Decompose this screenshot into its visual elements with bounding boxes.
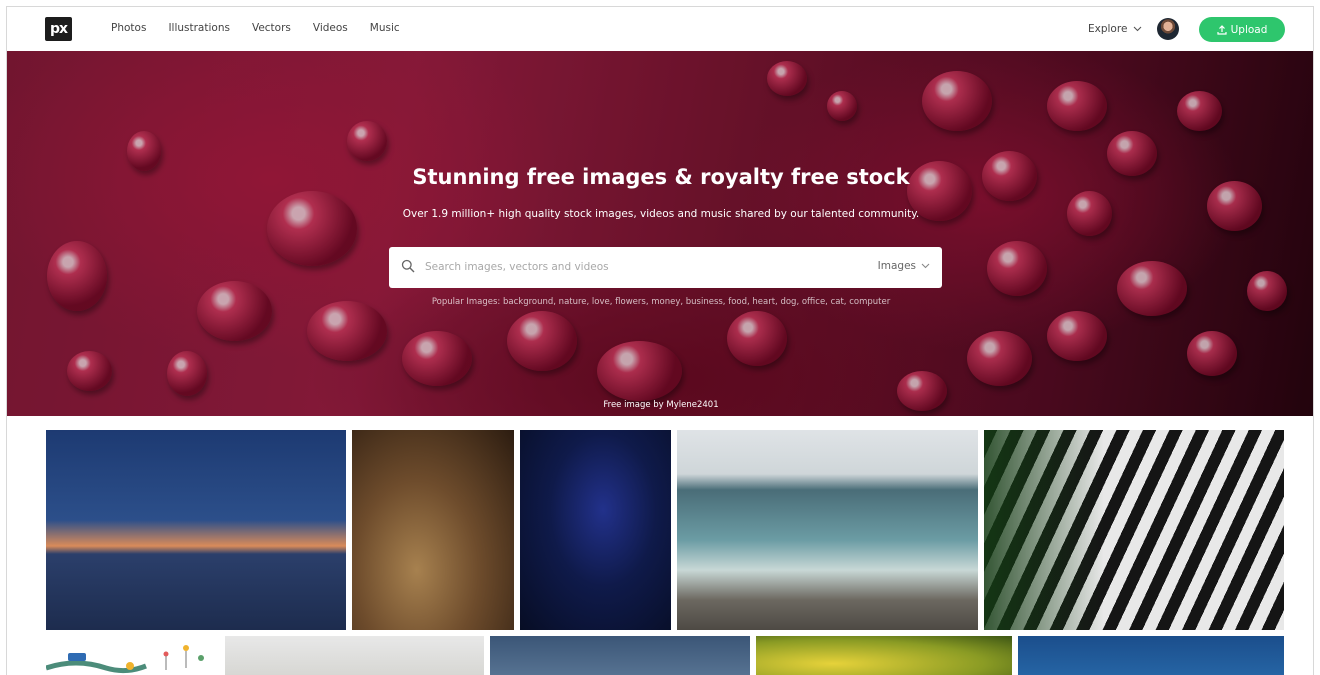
gallery-image-coast[interactable] bbox=[490, 636, 750, 675]
nav-videos[interactable]: Videos bbox=[313, 22, 348, 34]
top-navigation-bar: px Photos Illustrations Vectors Videos M… bbox=[7, 7, 1313, 51]
nav-photos[interactable]: Photos bbox=[111, 22, 146, 34]
browser-page: px Photos Illustrations Vectors Videos M… bbox=[6, 6, 1314, 675]
chevron-down-icon bbox=[921, 263, 930, 269]
nav-vectors[interactable]: Vectors bbox=[252, 22, 291, 34]
image-credit[interactable]: Free image by Mylene2401 bbox=[7, 400, 1313, 410]
nav-music[interactable]: Music bbox=[370, 22, 400, 34]
hero-banner: Stunning free images & royalty free stoc… bbox=[7, 51, 1313, 416]
explore-dropdown[interactable]: Explore bbox=[1088, 23, 1142, 35]
illustration-preview bbox=[46, 645, 204, 674]
pixabay-logo[interactable]: px bbox=[45, 17, 72, 41]
popular-searches[interactable]: Popular Images: background, nature, love… bbox=[7, 297, 1313, 307]
user-avatar[interactable] bbox=[1157, 18, 1179, 40]
upload-icon bbox=[1216, 24, 1227, 35]
gallery-image-blue-sea[interactable] bbox=[1018, 636, 1284, 675]
search-icon bbox=[401, 259, 415, 273]
explore-label: Explore bbox=[1088, 23, 1128, 35]
gallery-image-flower[interactable] bbox=[756, 636, 1012, 675]
gallery-image-cupcakes[interactable] bbox=[352, 430, 514, 630]
main-nav: Photos Illustrations Vectors Videos Musi… bbox=[111, 22, 422, 34]
search-input[interactable] bbox=[425, 257, 845, 277]
gallery-image-mimosa[interactable] bbox=[225, 636, 484, 675]
chevron-down-icon bbox=[1134, 26, 1142, 32]
gallery-image-iris[interactable] bbox=[520, 430, 671, 630]
hero-subtitle: Over 1.9 million+ high quality stock ima… bbox=[402, 208, 920, 220]
search-type-dropdown[interactable]: Images bbox=[878, 260, 930, 272]
gallery-image-zebra[interactable] bbox=[984, 430, 1284, 630]
gallery-image-illustration[interactable] bbox=[46, 636, 219, 675]
search-type-label: Images bbox=[877, 260, 916, 272]
upload-button[interactable]: Upload bbox=[1199, 17, 1285, 42]
gallery-image-ocean-wave[interactable] bbox=[677, 430, 978, 630]
hero-title: Stunning free images & royalty free stoc… bbox=[412, 165, 910, 189]
nav-illustrations[interactable]: Illustrations bbox=[168, 22, 230, 34]
upload-label: Upload bbox=[1230, 23, 1268, 36]
search-bar: Images bbox=[389, 247, 942, 288]
gallery-image-jetty-sunset[interactable] bbox=[46, 430, 346, 630]
